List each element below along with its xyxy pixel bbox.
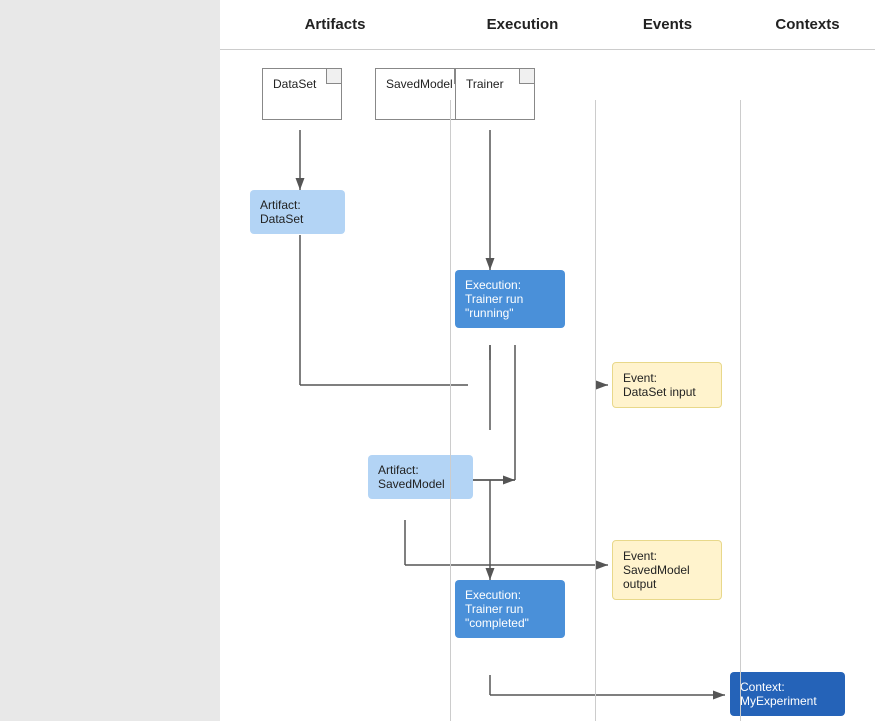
artifact-savedmodel-node: Artifact: SavedModel — [368, 455, 473, 499]
savedmodel-type-label: SavedModel — [386, 77, 453, 91]
trainer-type-node: Trainer — [455, 68, 535, 120]
trainer-type-label: Trainer — [466, 77, 504, 91]
divider-artifacts-execution — [450, 100, 451, 721]
col-header-events: Events — [595, 0, 740, 49]
artifacts-label: Artifacts — [305, 16, 366, 33]
artifact-dataset-node: Artifact: DataSet — [250, 190, 345, 234]
artifact-dataset-line2: DataSet — [260, 212, 303, 226]
divider-events-contexts — [740, 100, 741, 721]
events-label: Events — [643, 16, 692, 33]
artifact-dataset-line1: Artifact: — [260, 198, 301, 212]
artifact-savedmodel-line2: SavedModel — [378, 477, 445, 491]
exec-completed-line3: "completed" — [465, 616, 529, 630]
divider-execution-events — [595, 100, 596, 721]
artifact-savedmodel-line1: Artifact: — [378, 463, 419, 477]
exec-running-line3: "running" — [465, 306, 514, 320]
columns-header: Artifacts Execution Events Contexts — [220, 0, 875, 50]
col-header-artifacts: Artifacts — [220, 0, 450, 49]
execution-running-node: Execution: Trainer run "running" — [455, 270, 565, 328]
col-header-contexts: Contexts — [740, 0, 875, 49]
context-line2: MyExperiment — [740, 694, 817, 708]
event-savedmodel-line3: output — [623, 577, 656, 591]
context-line1: Context: — [740, 680, 785, 694]
event-dataset-input-node: Event: DataSet input — [612, 362, 722, 408]
diagram-container: Artifacts Execution Events Contexts — [0, 0, 875, 721]
event-dataset-line1: Event: — [623, 371, 657, 385]
execution-completed-node: Execution: Trainer run "completed" — [455, 580, 565, 638]
dataset-type-label: DataSet — [273, 77, 316, 91]
context-myexperiment-node: Context: MyExperiment — [730, 672, 845, 716]
event-savedmodel-output-node: Event: SavedModel output — [612, 540, 722, 600]
dataset-type-node: DataSet — [262, 68, 342, 120]
exec-completed-line1: Execution: — [465, 588, 521, 602]
event-dataset-line2: DataSet input — [623, 385, 696, 399]
left-panel — [0, 0, 220, 721]
event-savedmodel-line1: Event: — [623, 549, 657, 563]
col-header-execution: Execution — [450, 0, 595, 49]
exec-completed-line2: Trainer run — [465, 602, 523, 616]
exec-running-line2: Trainer run — [465, 292, 523, 306]
execution-label: Execution — [487, 16, 559, 33]
contexts-label: Contexts — [775, 16, 839, 33]
content-area: DataSet SavedModel Trainer Artifact: Dat… — [220, 50, 875, 721]
event-savedmodel-line2: SavedModel — [623, 563, 690, 577]
exec-running-line1: Execution: — [465, 278, 521, 292]
